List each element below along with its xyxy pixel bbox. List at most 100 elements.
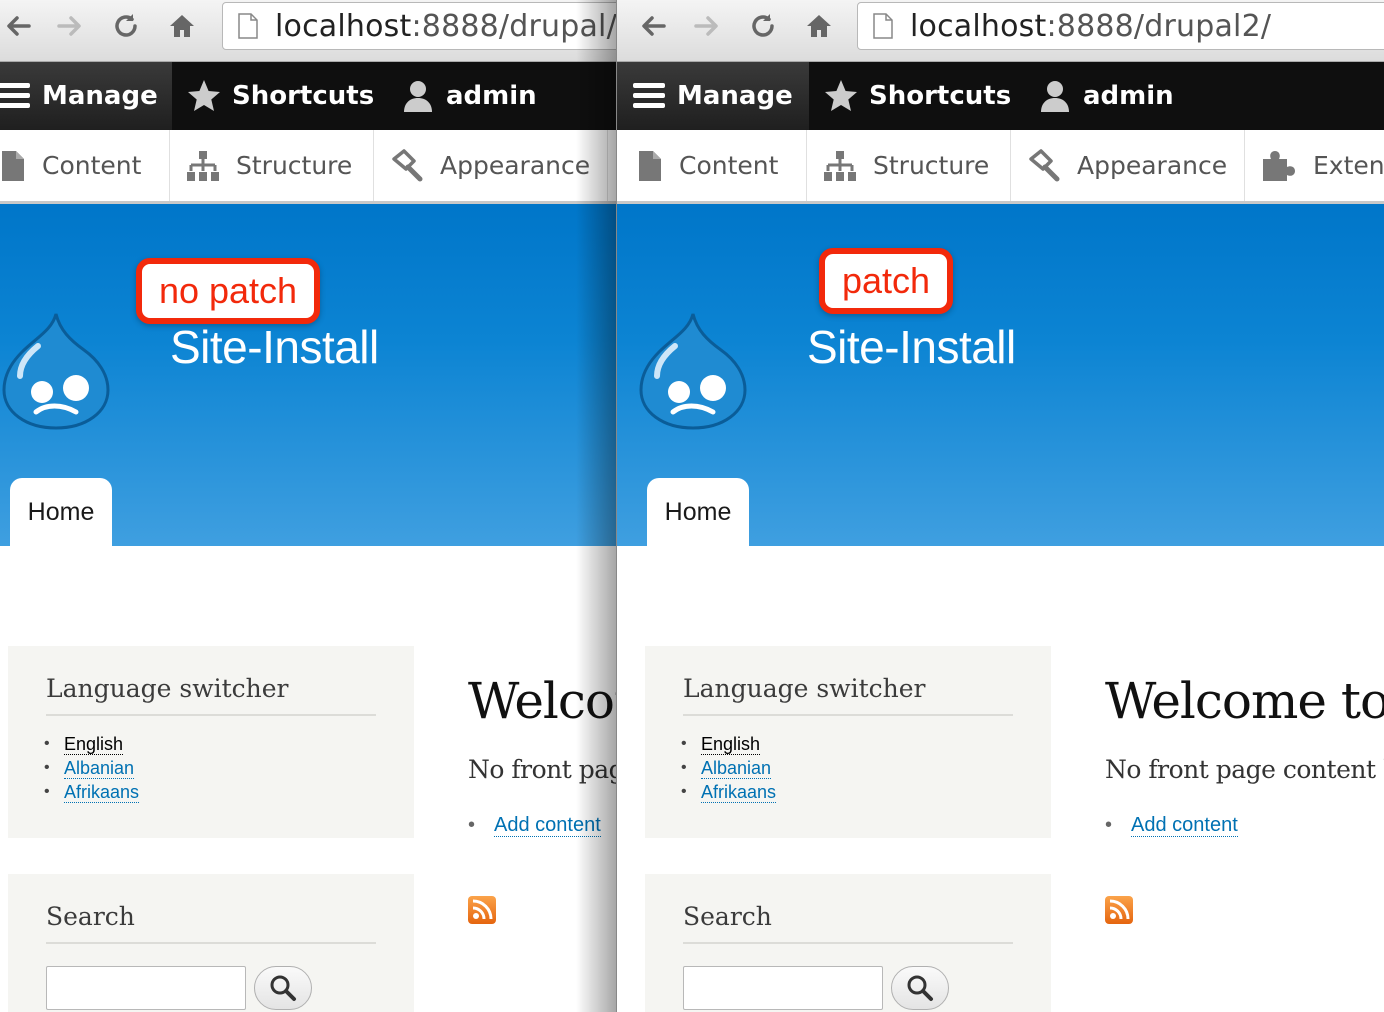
drupal-logo-icon	[639, 313, 747, 430]
site-name[interactable]: Site-Install	[807, 320, 1016, 374]
tray-content-label: Content	[42, 151, 142, 180]
tray-appearance-label: Appearance	[440, 151, 591, 180]
block-title: Language switcher	[683, 674, 926, 703]
paint-brush-icon	[1029, 148, 1060, 181]
toolbar-manage-label: Manage	[677, 81, 793, 111]
list-item[interactable]: Afrikaans	[44, 780, 140, 804]
page-title: Welcome to Site-Install	[1105, 672, 1384, 730]
home-button[interactable]	[164, 8, 200, 44]
action-list: Add content	[468, 814, 601, 837]
address-bar[interactable]: localhost:8888/drupal2/	[857, 2, 1384, 50]
tray-content[interactable]: Content	[0, 130, 170, 201]
toolbar-user[interactable]: admin	[1037, 62, 1174, 130]
rss-feed-icon[interactable]	[468, 896, 496, 924]
admin-tray: Content Structure Appearance Extend	[617, 130, 1384, 204]
toolbar-manage-label: Manage	[42, 81, 158, 111]
annotation-label: no patch	[136, 258, 320, 324]
reload-button[interactable]	[108, 8, 144, 44]
search-icon	[270, 975, 296, 1001]
block-title: Search	[683, 902, 772, 931]
annotation-label: patch	[819, 248, 953, 314]
tab-home[interactable]: Home	[10, 478, 112, 546]
url-text: localhost:8888/drupal2/	[910, 8, 1272, 44]
toolbar-manage[interactable]: Manage	[617, 62, 809, 130]
toolbar-shortcuts[interactable]: Shortcuts	[186, 62, 374, 130]
search-button[interactable]	[254, 966, 312, 1010]
home-icon	[807, 15, 831, 37]
toolbar-user-label: admin	[446, 81, 537, 111]
list-item[interactable]: Albanian	[681, 756, 776, 780]
language-switcher-block: Language switcher English Albanian Afrik…	[645, 646, 1051, 838]
page-text: No front page content has been created y…	[1105, 755, 1384, 784]
hierarchy-icon	[187, 150, 219, 181]
list-item[interactable]: Afrikaans	[681, 780, 777, 804]
tray-structure[interactable]: Structure	[170, 130, 374, 201]
menu-icon	[0, 83, 30, 108]
list-item[interactable]: English	[681, 732, 776, 756]
home-button[interactable]	[801, 8, 837, 44]
tab-home[interactable]: Home	[647, 478, 749, 546]
list-item[interactable]: English	[44, 732, 139, 756]
page-title: Welcome to Site-Install	[468, 672, 616, 730]
menu-icon	[633, 83, 665, 108]
drupal-logo-icon	[2, 313, 110, 430]
toolbar-shortcuts[interactable]: Shortcuts	[823, 62, 1011, 130]
site-header: Site-Install Home	[0, 204, 616, 546]
forward-button[interactable]	[689, 8, 725, 44]
document-icon	[639, 150, 661, 181]
browser-chrome: localhost:8888/drupal2/	[617, 0, 1384, 62]
user-icon	[404, 81, 432, 112]
back-button[interactable]	[635, 8, 671, 44]
user-icon	[1041, 81, 1069, 112]
divider	[46, 942, 376, 944]
search-input[interactable]	[46, 966, 246, 1010]
hierarchy-icon	[824, 150, 856, 181]
site-header: Site-Install Home	[617, 204, 1384, 546]
list-item[interactable]: Albanian	[44, 756, 139, 780]
forward-button[interactable]	[52, 8, 88, 44]
admin-tray: Content Structure Appearance	[0, 130, 616, 204]
toolbar-user[interactable]: admin	[400, 62, 537, 130]
divider	[683, 942, 1013, 944]
tray-content-label: Content	[679, 151, 779, 180]
add-content-link[interactable]: Add content	[468, 814, 601, 837]
forward-arrow-icon	[57, 16, 81, 36]
page-icon	[238, 13, 258, 39]
address-bar[interactable]: localhost:8888/drupal/	[222, 2, 616, 50]
rss-feed-icon[interactable]	[1105, 896, 1133, 924]
tray-appearance[interactable]: Appearance	[374, 130, 608, 201]
tray-structure[interactable]: Structure	[807, 130, 1011, 201]
language-switcher-block: Language switcher English Albanian Afrik…	[8, 646, 414, 838]
toolbar-manage[interactable]: Manage	[0, 62, 172, 130]
tray-extend-label: Extend	[1313, 151, 1384, 180]
site-name[interactable]: Site-Install	[170, 320, 379, 374]
back-button[interactable]	[0, 8, 36, 44]
page-text: No front page content has been created y…	[468, 755, 616, 784]
admin-toolbar: Manage Shortcuts admin	[617, 62, 1384, 130]
star-icon	[188, 80, 220, 111]
puzzle-piece-icon	[1263, 150, 1295, 181]
reload-icon	[752, 14, 774, 37]
document-icon	[2, 150, 24, 181]
toolbar-shortcuts-label: Shortcuts	[869, 81, 1012, 111]
language-list: English Albanian Afrikaans	[44, 732, 140, 804]
tray-structure-label: Structure	[873, 151, 990, 180]
search-button[interactable]	[891, 966, 949, 1010]
url-text: localhost:8888/drupal/	[275, 8, 616, 44]
reload-button[interactable]	[745, 8, 781, 44]
search-input[interactable]	[683, 966, 883, 1010]
reload-icon	[115, 14, 137, 37]
block-title: Search	[46, 902, 135, 931]
tray-extend[interactable]: Extend	[1245, 130, 1384, 201]
search-icon	[907, 975, 933, 1001]
star-icon	[825, 80, 857, 111]
search-block: Search	[8, 874, 414, 1012]
browser-chrome: localhost:8888/drupal/	[0, 0, 616, 62]
tray-content[interactable]: Content	[617, 130, 807, 201]
tray-structure-label: Structure	[236, 151, 353, 180]
add-content-link[interactable]: Add content	[1105, 814, 1238, 837]
block-title: Language switcher	[46, 674, 289, 703]
back-arrow-icon	[7, 16, 31, 36]
home-icon	[170, 15, 194, 37]
tray-appearance[interactable]: Appearance	[1011, 130, 1245, 201]
